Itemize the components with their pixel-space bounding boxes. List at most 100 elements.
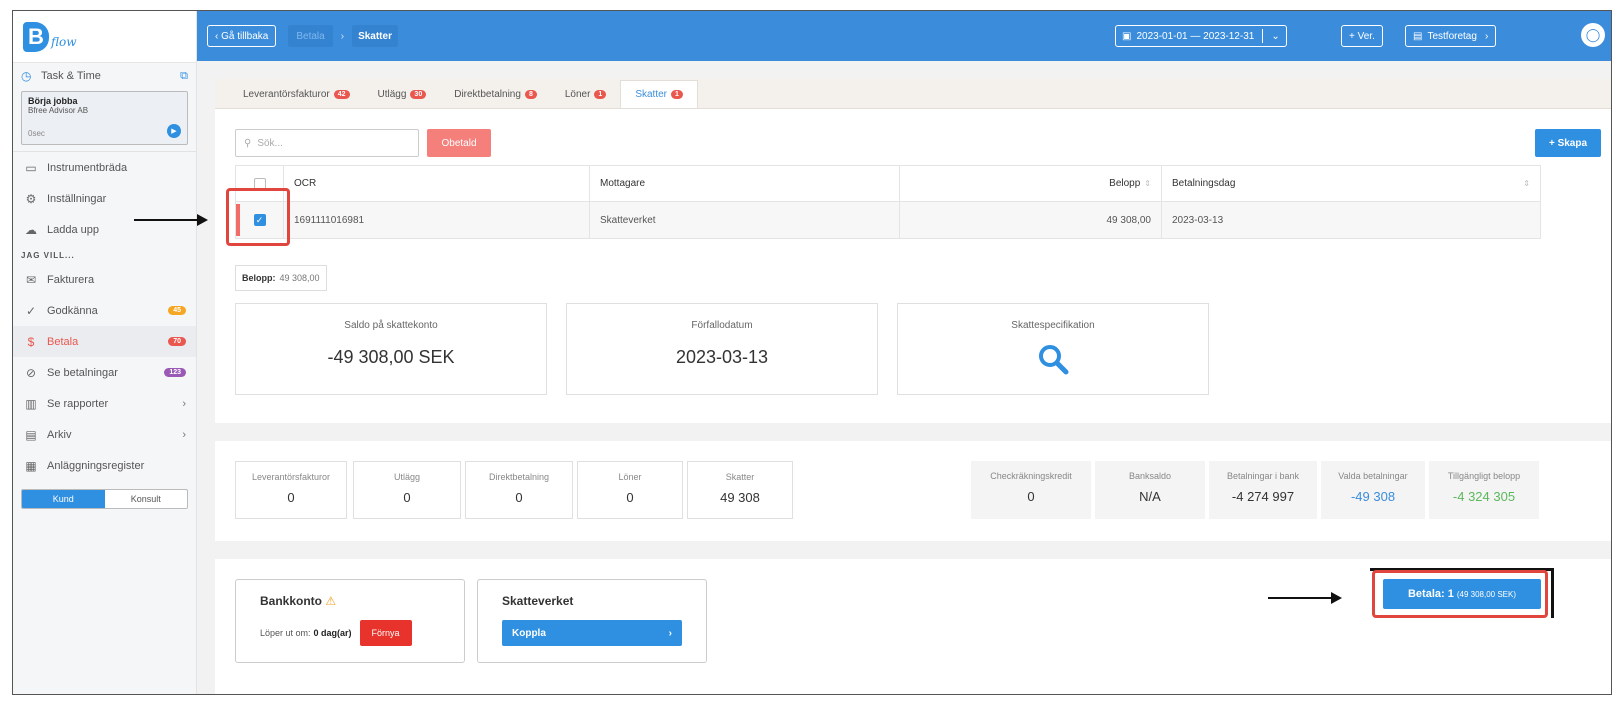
due-date-card: Förfallodatum 2023-03-13 xyxy=(566,303,878,395)
tab-label: Direktbetalning xyxy=(454,88,521,100)
total-taxes: Skatter 49 308 xyxy=(687,461,793,519)
count-badge: 123 xyxy=(164,368,186,377)
add-voucher-button[interactable]: + Ver. xyxy=(1341,25,1383,47)
company-switcher[interactable]: ▤ Testforetag › xyxy=(1405,25,1497,47)
column-header-pay-date[interactable]: Betalningsdag ⇕ xyxy=(1162,166,1540,201)
sidebar-item-dashboard[interactable]: ▭ Instrumentbräda xyxy=(13,152,196,183)
sidebar-item-payments[interactable]: ⊘ Se betalningar 123 xyxy=(13,357,196,388)
table-row[interactable]: ✓ 1691111016981 Skatteverket 49 308,00 2… xyxy=(236,202,1540,238)
task-time-header[interactable]: ◷ Task & Time ⧉ xyxy=(13,63,196,89)
topbar: ‹ Gå tillbaka Betala › Skatter ▣ 2023-01… xyxy=(197,11,1611,61)
stat-value: 49 308 xyxy=(720,490,760,505)
connect-button[interactable]: Koppla › xyxy=(502,620,682,646)
tab-count: 1 xyxy=(594,89,607,99)
task-time-label: Task & Time xyxy=(41,70,101,82)
tax-specification-card[interactable]: Skattespecifikation xyxy=(897,303,1209,395)
column-header-ocr[interactable]: OCR xyxy=(284,166,590,201)
section-label: JAG VILL... xyxy=(21,251,75,260)
tab-direct-payment[interactable]: Direktbetalning 8 xyxy=(440,80,551,108)
column-header-recipient[interactable]: Mottagare xyxy=(590,166,900,201)
annotation-arrow xyxy=(134,214,208,226)
sidebar-item-label: Betala xyxy=(47,335,79,348)
stat-label: Betalningar i bank xyxy=(1226,471,1300,481)
stat-value: 0 xyxy=(515,490,523,505)
column-header-amount[interactable]: Belopp ⇕ xyxy=(900,166,1162,201)
breadcrumb-current: Skatter xyxy=(352,25,398,47)
sidebar-item-reports[interactable]: ▥ Se rapporter › xyxy=(13,388,196,419)
chevron-right-icon: › xyxy=(182,428,186,441)
bank-account-label: Bankkonto xyxy=(260,594,323,608)
toggle-kund[interactable]: Kund xyxy=(22,490,105,508)
tab-supplier-invoices[interactable]: Leverantörsfakturor 42 xyxy=(229,80,364,108)
task-title: Börja jobba xyxy=(28,96,78,106)
chevron-down-icon: ⌄ xyxy=(1271,30,1280,42)
date-range-picker[interactable]: ▣ 2023-01-01 — 2023-12-31 ⌄ xyxy=(1115,25,1287,47)
expiry-value: 0 dag(ar) xyxy=(313,628,352,638)
tab-salaries[interactable]: Löner 1 xyxy=(551,80,620,108)
sidebar-item-label: Ladda upp xyxy=(47,223,99,236)
tab-expenses[interactable]: Utlägg 30 xyxy=(364,80,441,108)
dollar-icon: $ xyxy=(27,334,35,349)
annotation-highlight-pay-button xyxy=(1372,570,1548,618)
tab-count: 30 xyxy=(410,89,427,99)
renew-button[interactable]: Förnya xyxy=(359,620,412,646)
stat-label: Tillgängligt belopp xyxy=(1447,471,1521,481)
sidebar-item-label: Se rapporter xyxy=(47,397,109,410)
task-company: Bfree Advisor AB xyxy=(28,106,89,115)
chevron-right-icon: › xyxy=(1484,30,1489,42)
toggle-konsult[interactable]: Konsult xyxy=(105,490,188,508)
column-header-label: Betalningsdag xyxy=(1172,178,1236,189)
bank-account-title: Bankkonto ⚠ xyxy=(260,594,464,608)
sidebar-item-label: Anläggningsregister xyxy=(47,459,145,472)
upload-cloud-icon: ☁ xyxy=(25,222,37,237)
tax-agency-box: Skatteverket Koppla › xyxy=(477,579,707,663)
sidebar-item-pay[interactable]: $ Betala 70 xyxy=(13,326,196,357)
stat-label: Löner xyxy=(618,472,642,482)
card-value: 2023-03-13 xyxy=(675,347,769,367)
back-button[interactable]: ‹ Gå tillbaka xyxy=(207,25,277,47)
cell-pay-date: 2023-03-13 xyxy=(1172,214,1224,226)
stat-label: Valda betalningar xyxy=(1338,471,1408,481)
company-name: Testforetag xyxy=(1427,30,1477,42)
external-link-icon[interactable]: ⧉ xyxy=(180,70,188,83)
search-icon: ⚲ xyxy=(244,137,252,149)
logo-text: flow xyxy=(51,34,77,49)
tab-taxes[interactable]: Skatter 1 xyxy=(620,80,698,108)
create-button[interactable]: + Skapa xyxy=(1535,129,1601,157)
play-icon[interactable]: ▶ xyxy=(167,124,181,138)
user-avatar-icon[interactable]: ◯ xyxy=(1581,23,1605,47)
card-value: -49 308,00 SEK xyxy=(327,347,455,367)
search-input[interactable]: ⚲ Sök... xyxy=(235,129,419,157)
sidebar-item-settings[interactable]: ⚙ Inställningar xyxy=(13,183,196,214)
mail-icon: ✉ xyxy=(25,272,37,287)
sidebar-item-asset-register[interactable]: ▦ Anläggningsregister xyxy=(13,450,196,481)
briefcase-icon: ▤ xyxy=(1413,30,1423,42)
tab-label: Skatter xyxy=(635,89,668,100)
sidebar-item-label: Instrumentbräda xyxy=(47,161,128,174)
sidebar-item-invoice[interactable]: ✉ Fakturera xyxy=(13,264,196,295)
table-header: OCR Mottagare Belopp ⇕ Betalningsdag ⇕ xyxy=(236,166,1540,202)
task-timer: 0sec xyxy=(28,129,45,138)
card-title: Skattespecifikation xyxy=(1011,320,1095,331)
tab-label: Leverantörsfakturor xyxy=(243,88,330,100)
count-badge: 70 xyxy=(168,337,186,346)
archive-icon: ▤ xyxy=(25,427,37,442)
search-icon[interactable] xyxy=(1037,343,1069,375)
unpaid-filter-button[interactable]: Obetald xyxy=(427,129,491,157)
stat-label: Skatter xyxy=(725,472,755,482)
overdraft-credit: Checkräkningskredit 0 xyxy=(971,461,1091,519)
sidebar-item-archive[interactable]: ▤ Arkiv › xyxy=(13,419,196,450)
task-card[interactable]: Börja jobba Bfree Advisor AB 0sec ▶ xyxy=(21,91,188,145)
tabs: Leverantörsfakturor 42 Utlägg 30 Direktbet… xyxy=(215,79,1611,109)
breadcrumb-parent[interactable]: Betala xyxy=(288,25,333,47)
sort-icon: ⇕ xyxy=(1523,179,1530,188)
logo[interactable]: B flow xyxy=(13,11,196,63)
building-icon: ▦ xyxy=(25,458,37,473)
divider xyxy=(1262,29,1264,43)
sidebar-item-label: Inställningar xyxy=(47,192,107,205)
sidebar: B flow ◷ Task & Time ⧉ Börja jobba Bfree… xyxy=(13,11,197,694)
bank-account-box: Bankkonto ⚠ Löper ut om: 0 dag(ar) Förny… xyxy=(235,579,465,663)
cell-recipient: Skatteverket xyxy=(590,202,900,238)
annotation-arrow xyxy=(1268,592,1342,604)
sidebar-item-approve[interactable]: ✓ Godkänna 45 xyxy=(13,295,196,326)
